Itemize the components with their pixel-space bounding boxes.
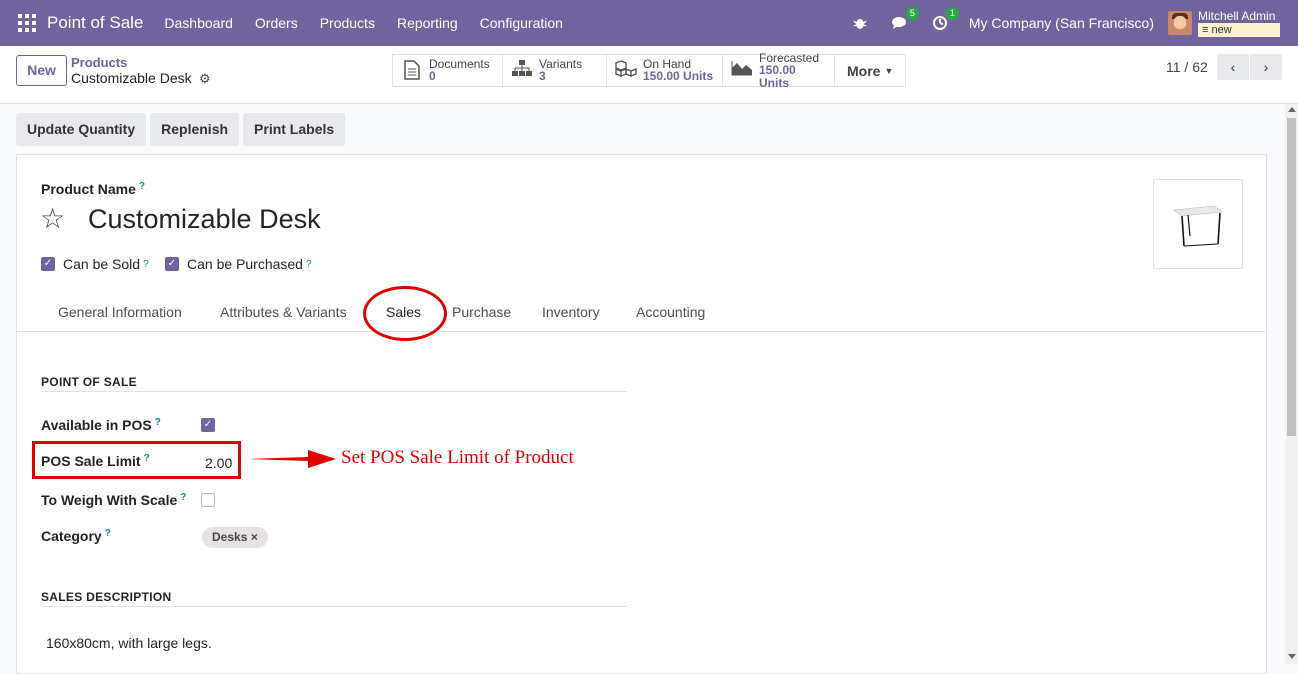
cubes-icon bbox=[615, 59, 637, 82]
category-tag[interactable]: Desks × bbox=[202, 527, 268, 548]
document-icon bbox=[401, 59, 423, 82]
help-icon[interactable]: ? bbox=[155, 417, 161, 428]
scrollbar-thumb[interactable] bbox=[1287, 118, 1296, 436]
product-image[interactable] bbox=[1153, 179, 1243, 269]
activities-count-badge: 1 bbox=[945, 7, 959, 20]
app-name[interactable]: Point of Sale bbox=[47, 13, 143, 33]
pos-sale-limit-highlight-box bbox=[32, 441, 241, 479]
menu-dashboard[interactable]: Dashboard bbox=[153, 15, 244, 31]
help-icon[interactable]: ? bbox=[306, 259, 312, 270]
update-quantity-button[interactable]: Update Quantity bbox=[16, 113, 147, 146]
tab-attributes-variants[interactable]: Attributes & Variants bbox=[220, 304, 347, 320]
menu-products[interactable]: Products bbox=[309, 15, 386, 31]
available-in-pos-row: Available in POS? ✓ bbox=[41, 417, 215, 433]
variants-button[interactable]: Variants 3 bbox=[503, 55, 607, 86]
can-be-sold-checkbox-row[interactable]: ✓ Can be Sold? bbox=[41, 256, 149, 272]
print-labels-button[interactable]: Print Labels bbox=[243, 113, 346, 146]
available-in-pos-checkbox[interactable]: ✓ bbox=[201, 418, 215, 432]
help-icon[interactable]: ? bbox=[105, 528, 111, 539]
menu-orders[interactable]: Orders bbox=[244, 15, 309, 31]
control-panel: New Products Customizable Desk ⚙ Documen… bbox=[0, 46, 1298, 104]
product-name-label: Product Name? bbox=[41, 181, 146, 197]
user-name: Mitchell Admin bbox=[1198, 9, 1276, 23]
remove-tag-icon[interactable]: × bbox=[251, 530, 258, 544]
pager-next-button[interactable]: › bbox=[1250, 54, 1282, 80]
category-row: Category? bbox=[41, 528, 111, 544]
more-button[interactable]: More ▼ bbox=[835, 55, 905, 86]
can-be-sold-checkbox[interactable]: ✓ bbox=[41, 257, 55, 271]
user-menu[interactable]: Mitchell Admin ≡ new bbox=[1198, 9, 1280, 37]
menu-reporting[interactable]: Reporting bbox=[386, 15, 469, 31]
replenish-button[interactable]: Replenish bbox=[150, 113, 240, 146]
sales-description-title: SALES DESCRIPTION bbox=[41, 590, 172, 604]
pager-previous-button[interactable]: ‹ bbox=[1217, 54, 1249, 80]
product-name-input[interactable]: Customizable Desk bbox=[88, 204, 321, 235]
on-hand-button[interactable]: On Hand 150.00 Units bbox=[607, 55, 723, 86]
smart-buttons: Documents 0 Variants 3 On Hand 150.00 Un… bbox=[392, 52, 907, 89]
section-divider bbox=[41, 606, 627, 607]
breadcrumb-current: Customizable Desk bbox=[71, 70, 192, 86]
messages-icon[interactable]: 5 bbox=[889, 7, 919, 34]
to-weigh-checkbox[interactable] bbox=[201, 493, 215, 507]
pager-value[interactable]: 11 / 62 bbox=[1166, 59, 1208, 75]
user-avatar[interactable] bbox=[1168, 11, 1192, 35]
caret-down-icon: ▼ bbox=[884, 65, 894, 76]
help-icon[interactable]: ? bbox=[143, 259, 149, 270]
sales-description-field[interactable]: 160x80cm, with large legs. bbox=[46, 635, 212, 651]
breadcrumb-products[interactable]: Products bbox=[71, 55, 127, 70]
menu-configuration[interactable]: Configuration bbox=[469, 15, 574, 31]
messages-count-badge: 5 bbox=[905, 7, 919, 20]
pos-section-title: POINT OF SALE bbox=[41, 375, 137, 389]
main-menu: Dashboard Orders Products Reporting Conf… bbox=[153, 15, 574, 31]
annotation-text: Set POS Sale Limit of Product bbox=[341, 447, 574, 468]
tab-general-information[interactable]: General Information bbox=[58, 304, 182, 320]
sales-tab-highlight-circle bbox=[363, 286, 447, 341]
apps-menu-icon[interactable] bbox=[18, 14, 36, 32]
action-buttons: Update Quantity Replenish Print Labels bbox=[16, 113, 346, 146]
favorite-star-icon[interactable]: ☆ bbox=[40, 202, 65, 235]
help-icon[interactable]: ? bbox=[180, 492, 186, 503]
activities-icon[interactable]: 1 bbox=[929, 7, 959, 34]
new-button[interactable]: New bbox=[16, 55, 67, 86]
can-be-purchased-checkbox[interactable]: ✓ bbox=[165, 257, 179, 271]
tab-inventory[interactable]: Inventory bbox=[542, 304, 600, 320]
sitemap-icon bbox=[511, 59, 533, 82]
scroll-down-arrow-icon[interactable] bbox=[1288, 654, 1296, 659]
tab-purchase[interactable]: Purchase bbox=[452, 304, 511, 320]
database-name: ≡ new bbox=[1198, 23, 1280, 37]
tab-accounting[interactable]: Accounting bbox=[636, 304, 705, 320]
area-chart-icon bbox=[731, 60, 753, 82]
notebook-tabs: General Information Attributes & Variant… bbox=[17, 295, 1266, 332]
annotation-arrow bbox=[248, 450, 336, 468]
gear-icon[interactable]: ⚙ bbox=[199, 71, 211, 87]
to-weigh-row: To Weigh With Scale? bbox=[41, 492, 215, 508]
section-divider bbox=[41, 391, 627, 392]
scroll-up-arrow-icon[interactable] bbox=[1288, 107, 1296, 112]
can-be-purchased-checkbox-row[interactable]: ✓ Can be Purchased? bbox=[165, 256, 312, 272]
help-icon[interactable]: ? bbox=[139, 181, 145, 192]
documents-button[interactable]: Documents 0 bbox=[393, 55, 503, 86]
form-sheet: Product Name? ☆ Customizable Desk ✓ Can … bbox=[16, 154, 1267, 674]
company-switcher[interactable]: My Company (San Francisco) bbox=[969, 15, 1154, 31]
vertical-scrollbar[interactable] bbox=[1285, 104, 1298, 664]
bug-icon[interactable] bbox=[849, 12, 871, 34]
forecasted-button[interactable]: Forecasted 150.00 Units bbox=[723, 52, 835, 89]
top-navbar: Point of Sale Dashboard Orders Products … bbox=[0, 0, 1298, 46]
